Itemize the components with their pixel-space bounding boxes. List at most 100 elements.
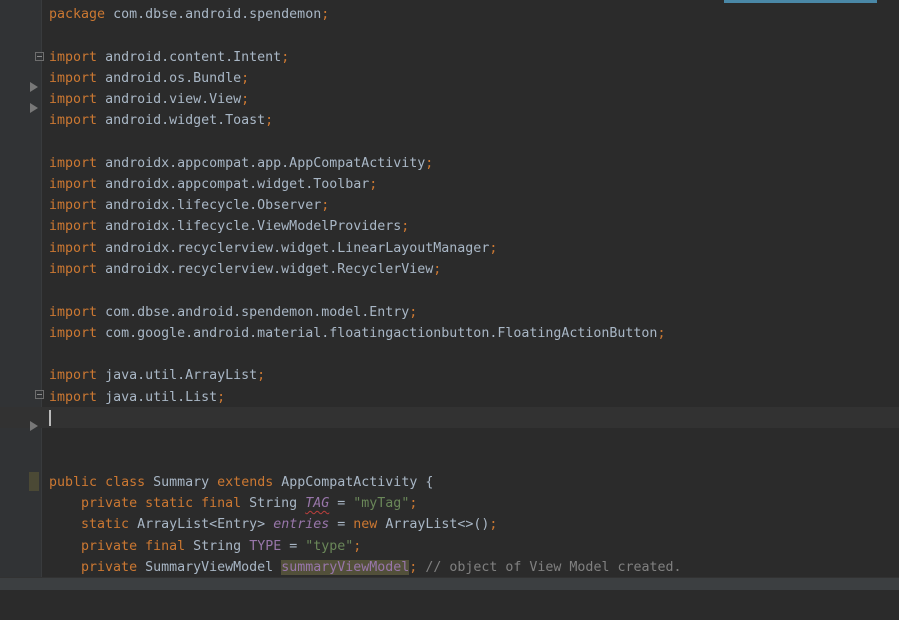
semicolon: ; xyxy=(657,326,666,341)
semicolon: ; xyxy=(321,198,330,213)
fold-collapse-icon[interactable] xyxy=(35,52,44,61)
field-name-highlighted: summaryViewModel xyxy=(281,560,410,575)
modifiers: private static final xyxy=(81,496,242,511)
semicolon: ; xyxy=(401,219,410,234)
parent-class: AppCompatActivity xyxy=(281,475,418,490)
keyword: import xyxy=(49,326,98,341)
import-path: androidx.recyclerview.widget.RecyclerVie… xyxy=(105,262,434,277)
constructor-call: ArrayList<>() xyxy=(385,517,490,532)
vcs-change-marker xyxy=(29,472,39,491)
keyword: public xyxy=(49,475,98,490)
code-line-field: private final String TYPE = "type"; xyxy=(0,536,899,557)
import-path: android.os.Bundle xyxy=(105,71,242,86)
semicolon: ; xyxy=(409,496,418,511)
field-type: SummaryViewModel xyxy=(145,560,274,575)
current-line[interactable] xyxy=(0,407,899,428)
field-type: ArrayList<Entry> xyxy=(137,517,266,532)
field-type: String xyxy=(249,496,298,511)
import-path: androidx.lifecycle.Observer xyxy=(105,198,322,213)
keyword: import xyxy=(49,71,98,86)
field-name: TAG xyxy=(305,496,330,511)
code-comment: // object of View Model created. xyxy=(425,560,682,575)
semicolon: ; xyxy=(353,539,362,554)
assign-op: = xyxy=(329,496,354,511)
import-path: android.widget.Toast xyxy=(105,113,266,128)
keyword: import xyxy=(49,241,98,256)
package-name: com.dbse.android.spendemon xyxy=(113,7,322,22)
import-line: import android.os.Bundle; xyxy=(0,68,899,89)
keyword: import xyxy=(49,50,98,65)
semicolon: ; xyxy=(369,177,378,192)
keyword: new xyxy=(353,517,378,532)
semicolon: ; xyxy=(217,390,226,405)
semicolon: ; xyxy=(433,262,442,277)
keyword: import xyxy=(49,198,98,213)
semicolon: ; xyxy=(265,113,274,128)
import-line: import androidx.recyclerview.widget.Recy… xyxy=(0,259,899,280)
fold-collapse-icon[interactable] xyxy=(35,390,44,399)
keyword: import xyxy=(49,113,98,128)
keyword: import xyxy=(49,390,98,405)
import-path: androidx.recyclerview.widget.LinearLayou… xyxy=(105,241,490,256)
keyword: import xyxy=(49,177,98,192)
keyword: extends xyxy=(217,475,274,490)
import-line: import com.dbse.android.spendemon.model.… xyxy=(0,302,899,323)
code-line-field: static ArrayList<Entry> entries = new Ar… xyxy=(0,514,899,535)
string-literal: "myTag" xyxy=(353,496,410,511)
field-type: String xyxy=(193,539,242,554)
text-caret xyxy=(49,410,51,426)
semicolon: ; xyxy=(321,7,330,22)
semicolon: ; xyxy=(409,560,418,575)
import-line: import androidx.lifecycle.Observer; xyxy=(0,195,899,216)
semicolon: ; xyxy=(489,241,498,256)
import-path: java.util.ArrayList xyxy=(105,368,258,383)
code-line-field: private SummaryViewModel summaryViewMode… xyxy=(0,557,899,578)
import-line: import com.google.android.material.float… xyxy=(0,323,899,344)
import-line: import java.util.List; xyxy=(0,387,899,408)
open-brace: { xyxy=(417,475,434,490)
import-path: androidx.appcompat.app.AppCompatActivity xyxy=(105,156,426,171)
keyword: import xyxy=(49,156,98,171)
modifiers: private xyxy=(81,560,138,575)
code-line-package: package com.dbse.android.spendemon; xyxy=(0,4,899,25)
keyword: class xyxy=(105,475,146,490)
code-line-class-declaration: public class Summary extends AppCompatAc… xyxy=(0,472,899,493)
keyword: import xyxy=(49,262,98,277)
code-area[interactable]: package com.dbse.android.spendemon; impo… xyxy=(0,0,899,577)
modifiers: static xyxy=(81,517,130,532)
assign-op: = xyxy=(281,539,306,554)
modifiers: private final xyxy=(81,539,186,554)
run-arrow-icon[interactable] xyxy=(30,82,38,92)
import-path: com.google.android.material.floatingacti… xyxy=(105,326,658,341)
semicolon: ; xyxy=(425,156,434,171)
keyword: import xyxy=(49,92,98,107)
run-arrow-icon[interactable] xyxy=(30,103,38,113)
import-line: import androidx.lifecycle.ViewModelProvi… xyxy=(0,216,899,237)
import-path: com.dbse.android.spendemon.model.Entry xyxy=(105,305,410,320)
import-line: import androidx.appcompat.widget.Toolbar… xyxy=(0,174,899,195)
import-line: import android.widget.Toast; xyxy=(0,110,899,131)
assign-op: = xyxy=(329,517,354,532)
semicolon: ; xyxy=(241,71,250,86)
class-name: Summary xyxy=(153,475,210,490)
keyword: import xyxy=(49,305,98,320)
keyword: package xyxy=(49,7,106,22)
horizontal-scrollbar[interactable] xyxy=(0,577,899,590)
import-path: android.view.View xyxy=(105,92,242,107)
field-name: TYPE xyxy=(249,539,282,554)
semicolon: ; xyxy=(489,517,498,532)
import-line: import androidx.recyclerview.widget.Line… xyxy=(0,238,899,259)
import-line: import androidx.appcompat.app.AppCompatA… xyxy=(0,153,899,174)
import-path: android.content.Intent xyxy=(105,50,282,65)
semicolon: ; xyxy=(241,92,250,107)
code-line-field: private static final String TAG = "myTag… xyxy=(0,493,899,514)
semicolon: ; xyxy=(281,50,290,65)
semicolon: ; xyxy=(257,368,266,383)
run-arrow-icon[interactable] xyxy=(30,421,38,431)
import-path: androidx.appcompat.widget.Toolbar xyxy=(105,177,370,192)
semicolon: ; xyxy=(409,305,418,320)
import-path: java.util.List xyxy=(105,390,218,405)
import-line: import android.view.View; xyxy=(0,89,899,110)
code-editor[interactable]: package com.dbse.android.spendemon; impo… xyxy=(0,0,899,577)
keyword: import xyxy=(49,219,98,234)
